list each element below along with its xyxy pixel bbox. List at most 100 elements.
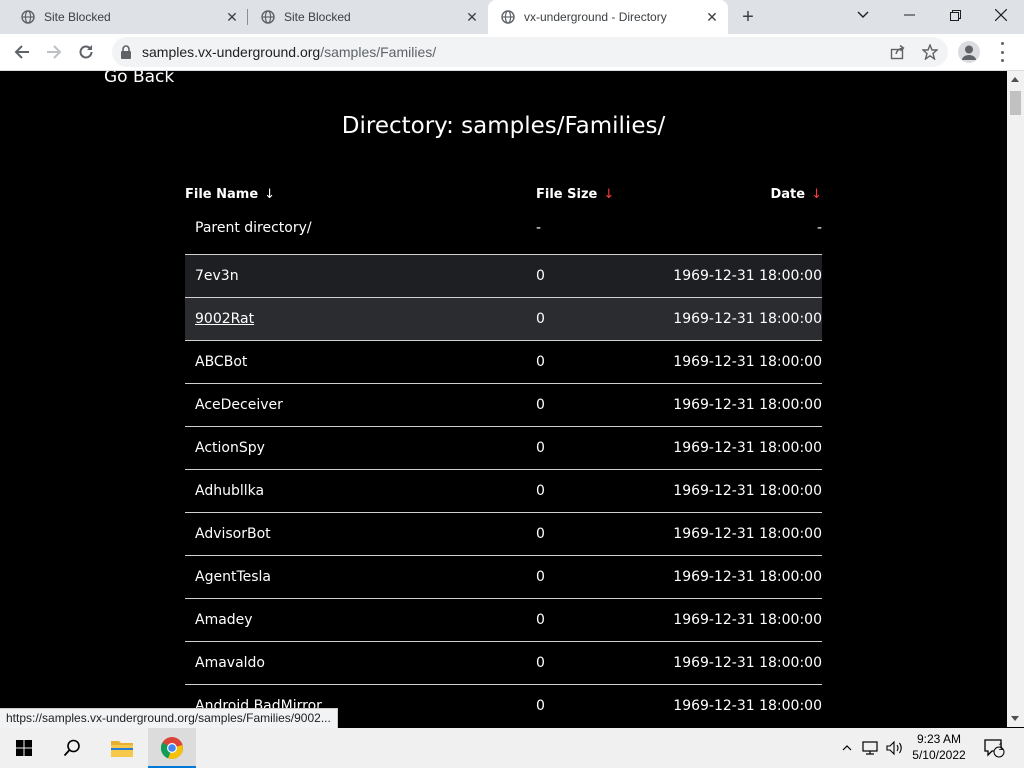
file-date: 1969-12-31 18:00:00 <box>673 526 822 542</box>
file-size: 0 <box>536 397 545 413</box>
vertical-scrollbar[interactable] <box>1007 71 1024 727</box>
table-row[interactable]: 9002Rat 0 1969-12-31 18:00:00 <box>185 298 822 341</box>
go-back-link[interactable]: Go Back <box>104 71 174 87</box>
profile-avatar[interactable] <box>958 41 980 63</box>
network-icon[interactable] <box>860 728 882 768</box>
file-size: 0 <box>536 526 545 542</box>
file-name-link[interactable]: AdvisorBot <box>195 526 271 542</box>
clock-date: 5/10/2022 <box>912 748 966 762</box>
browser-tab-3[interactable]: vx-underground - Directory ✕ <box>488 0 728 34</box>
file-size: - <box>536 220 542 236</box>
sort-by-size-header[interactable]: File Size ↓ <box>536 187 614 202</box>
file-name-link[interactable]: AgentTesla <box>195 569 271 585</box>
table-row[interactable]: Adhubllka 0 1969-12-31 18:00:00 <box>185 470 822 513</box>
sort-arrow-icon: ↓ <box>264 187 276 202</box>
tab-title: vx-underground - Directory <box>524 10 667 24</box>
file-date: 1969-12-31 18:00:00 <box>673 483 822 499</box>
scroll-down-arrow-icon[interactable] <box>1011 716 1019 721</box>
restore-button[interactable] <box>932 0 978 30</box>
forward-button[interactable] <box>40 38 68 66</box>
file-size: 0 <box>536 483 545 499</box>
file-size: 0 <box>536 569 545 585</box>
file-name-link[interactable]: 7ev3n <box>195 268 239 284</box>
table-row[interactable]: AgentTesla 0 1969-12-31 18:00:00 <box>185 556 822 599</box>
page-viewport: Go Back Directory: samples/Families/ Fil… <box>0 71 1007 727</box>
lock-icon[interactable] <box>120 45 132 59</box>
tab-search-button[interactable] <box>840 0 886 30</box>
scrollbar-thumb[interactable] <box>1010 91 1021 115</box>
table-row[interactable]: Parent directory/ - - <box>185 207 822 255</box>
file-name-link[interactable]: ActionSpy <box>195 440 265 456</box>
table-header: File Name ↓ File Size ↓ Date ↓ <box>185 187 822 207</box>
tab-title: Site Blocked <box>284 10 351 24</box>
file-name-link[interactable]: Parent directory/ <box>195 220 312 236</box>
scroll-up-arrow-icon[interactable] <box>1011 77 1019 82</box>
column-label: Date <box>770 187 806 202</box>
tab-title: Site Blocked <box>44 10 111 24</box>
file-date: 1969-12-31 18:00:00 <box>673 354 822 370</box>
chrome-taskbar-icon[interactable] <box>148 728 196 768</box>
file-size: 0 <box>536 698 545 714</box>
address-bar[interactable]: samples.vx-underground.org/samples/Famil… <box>112 37 948 67</box>
minimize-button[interactable] <box>886 0 932 30</box>
new-tab-button[interactable]: + <box>736 5 760 29</box>
taskbar-clock[interactable]: 9:23 AM 5/10/2022 <box>904 731 974 763</box>
close-window-button[interactable] <box>978 0 1024 30</box>
file-date: 1969-12-31 18:00:00 <box>673 397 822 413</box>
notification-center-icon[interactable]: 1 <box>980 728 1008 768</box>
back-button[interactable] <box>8 38 36 66</box>
url-host: samples.vx-underground.org <box>142 44 321 60</box>
file-name-link[interactable]: 9002Rat <box>195 311 254 327</box>
directory-table: File Name ↓ File Size ↓ Date ↓ Parent direc… <box>185 187 822 727</box>
table-row[interactable]: Amavaldo 0 1969-12-31 18:00:00 <box>185 642 822 685</box>
tab-strip: Site Blocked ✕ Site Blocked ✕ vx-undergr… <box>0 0 1024 34</box>
file-size: 0 <box>536 612 545 628</box>
table-row[interactable]: ActionSpy 0 1969-12-31 18:00:00 <box>185 427 822 470</box>
page-title: Directory: samples/Families/ <box>341 113 666 139</box>
url-path: /samples/Families/ <box>320 44 437 60</box>
table-row[interactable]: 7ev3n 0 1969-12-31 18:00:00 <box>185 255 822 298</box>
bookmark-star-icon[interactable] <box>920 42 940 62</box>
close-tab-icon[interactable]: ✕ <box>224 9 240 25</box>
table-row[interactable]: AceDeceiver 0 1969-12-31 18:00:00 <box>185 384 822 427</box>
table-row[interactable]: Amadey 0 1969-12-31 18:00:00 <box>185 599 822 642</box>
file-size: 0 <box>536 268 545 284</box>
file-name-link[interactable]: ABCBot <box>195 354 247 370</box>
sort-by-name-header[interactable]: File Name ↓ <box>185 187 275 202</box>
browser-tab-2[interactable]: Site Blocked ✕ <box>240 0 488 34</box>
clock-time: 9:23 AM <box>916 732 962 746</box>
file-date: 1969-12-31 18:00:00 <box>673 698 822 714</box>
close-tab-icon[interactable]: ✕ <box>464 9 480 25</box>
table-row[interactable]: ABCBot 0 1969-12-31 18:00:00 <box>185 341 822 384</box>
file-date: 1969-12-31 18:00:00 <box>673 440 822 456</box>
file-name-link[interactable]: Amavaldo <box>195 655 265 671</box>
browser-toolbar: samples.vx-underground.org/samples/Famil… <box>0 34 1024 71</box>
globe-icon <box>20 9 36 25</box>
file-name-link[interactable]: Adhubllka <box>195 483 264 499</box>
url-text[interactable]: samples.vx-underground.org/samples/Famil… <box>142 44 436 60</box>
file-explorer-icon[interactable] <box>98 728 146 768</box>
globe-icon <box>260 9 276 25</box>
volume-icon[interactable] <box>884 728 906 768</box>
status-bar-url: https://samples.vx-underground.org/sampl… <box>0 708 338 729</box>
start-button[interactable] <box>0 728 48 768</box>
search-icon[interactable] <box>48 728 96 768</box>
sort-arrow-icon: ↓ <box>603 187 615 202</box>
file-date: 1969-12-31 18:00:00 <box>673 569 822 585</box>
file-size: 0 <box>536 354 545 370</box>
close-tab-icon[interactable]: ✕ <box>704 9 720 25</box>
share-icon[interactable] <box>888 42 908 62</box>
browser-tab-1[interactable]: Site Blocked ✕ <box>0 0 248 34</box>
column-label: File Size <box>536 187 598 202</box>
sort-arrow-icon: ↓ <box>811 187 822 202</box>
chrome-menu-icon[interactable] <box>994 42 1010 62</box>
file-name-link[interactable]: Amadey <box>195 612 253 628</box>
sort-by-date-header[interactable]: Date ↓ <box>770 187 822 202</box>
table-row[interactable]: AdvisorBot 0 1969-12-31 18:00:00 <box>185 513 822 556</box>
reload-button[interactable] <box>72 38 100 66</box>
file-date: 1969-12-31 18:00:00 <box>673 311 822 327</box>
file-name-link[interactable]: AceDeceiver <box>195 397 283 413</box>
file-date: 1969-12-31 18:00:00 <box>673 612 822 628</box>
column-label: File Name <box>185 187 259 202</box>
show-hidden-icons-chevron-icon[interactable] <box>838 728 856 768</box>
